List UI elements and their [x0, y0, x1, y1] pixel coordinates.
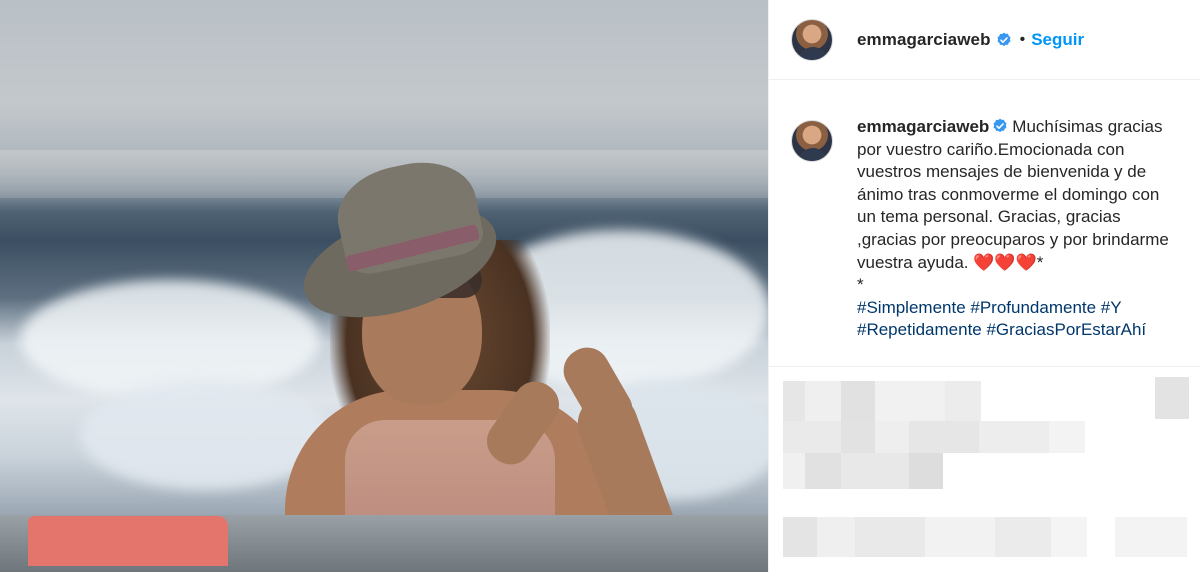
- header-separator: •: [1019, 30, 1026, 48]
- pixelated-block: [995, 517, 1051, 557]
- pixelated-block: [875, 381, 945, 421]
- post-sidebar: emmagarciaweb • Seguir emmagarciaweb Muc…: [768, 0, 1200, 572]
- pixelated-block: [805, 381, 841, 421]
- pixelated-block: [783, 453, 805, 489]
- pixelated-block: [805, 453, 841, 489]
- author-username[interactable]: emmagarciaweb: [857, 30, 991, 50]
- pixelated-block: [1115, 517, 1187, 557]
- pixelated-block: [855, 517, 925, 557]
- caption-author-avatar[interactable]: [791, 120, 833, 162]
- photo-towel: [28, 516, 228, 566]
- verified-badge-icon: [993, 118, 1007, 133]
- pixelated-block: [979, 421, 1049, 453]
- pixelated-block: [817, 517, 855, 557]
- pixelated-block: [783, 381, 805, 421]
- pixelated-block: [1049, 421, 1085, 453]
- post-header: emmagarciaweb • Seguir: [769, 0, 1200, 80]
- pixelated-block: [909, 421, 979, 453]
- caption-text-block: emmagarciaweb Muchísimas gracias por vue…: [857, 116, 1181, 366]
- pixelated-block: [841, 381, 875, 421]
- pixelated-block: [1051, 517, 1087, 557]
- pixelated-block: [925, 517, 995, 557]
- verified-badge-icon: [997, 32, 1011, 46]
- caption-hashtags[interactable]: #Simplemente #Profundamente #Y #Repetida…: [857, 297, 1181, 342]
- post-photo[interactable]: [0, 0, 768, 572]
- caption-section: emmagarciaweb Muchísimas gracias por vue…: [769, 80, 1200, 366]
- caption-body: Muchísimas gracias por vuestro cariño.Em…: [857, 117, 1169, 295]
- pixelated-block: [875, 421, 909, 453]
- author-avatar[interactable]: [791, 18, 833, 61]
- pixelated-block: [841, 453, 909, 489]
- pixelated-block: [841, 421, 875, 453]
- pixelated-block: [945, 381, 981, 421]
- pixelated-block: [783, 517, 817, 557]
- avatar-figure: [798, 148, 828, 161]
- pixelated-block: [783, 421, 841, 453]
- pixelated-comments-area: [769, 367, 1200, 572]
- avatar-figure: [798, 46, 828, 60]
- caption-username[interactable]: emmagarciaweb: [857, 117, 989, 136]
- pixelated-block: [1155, 377, 1189, 419]
- pixelated-block: [909, 453, 943, 489]
- follow-button[interactable]: Seguir: [1031, 30, 1084, 50]
